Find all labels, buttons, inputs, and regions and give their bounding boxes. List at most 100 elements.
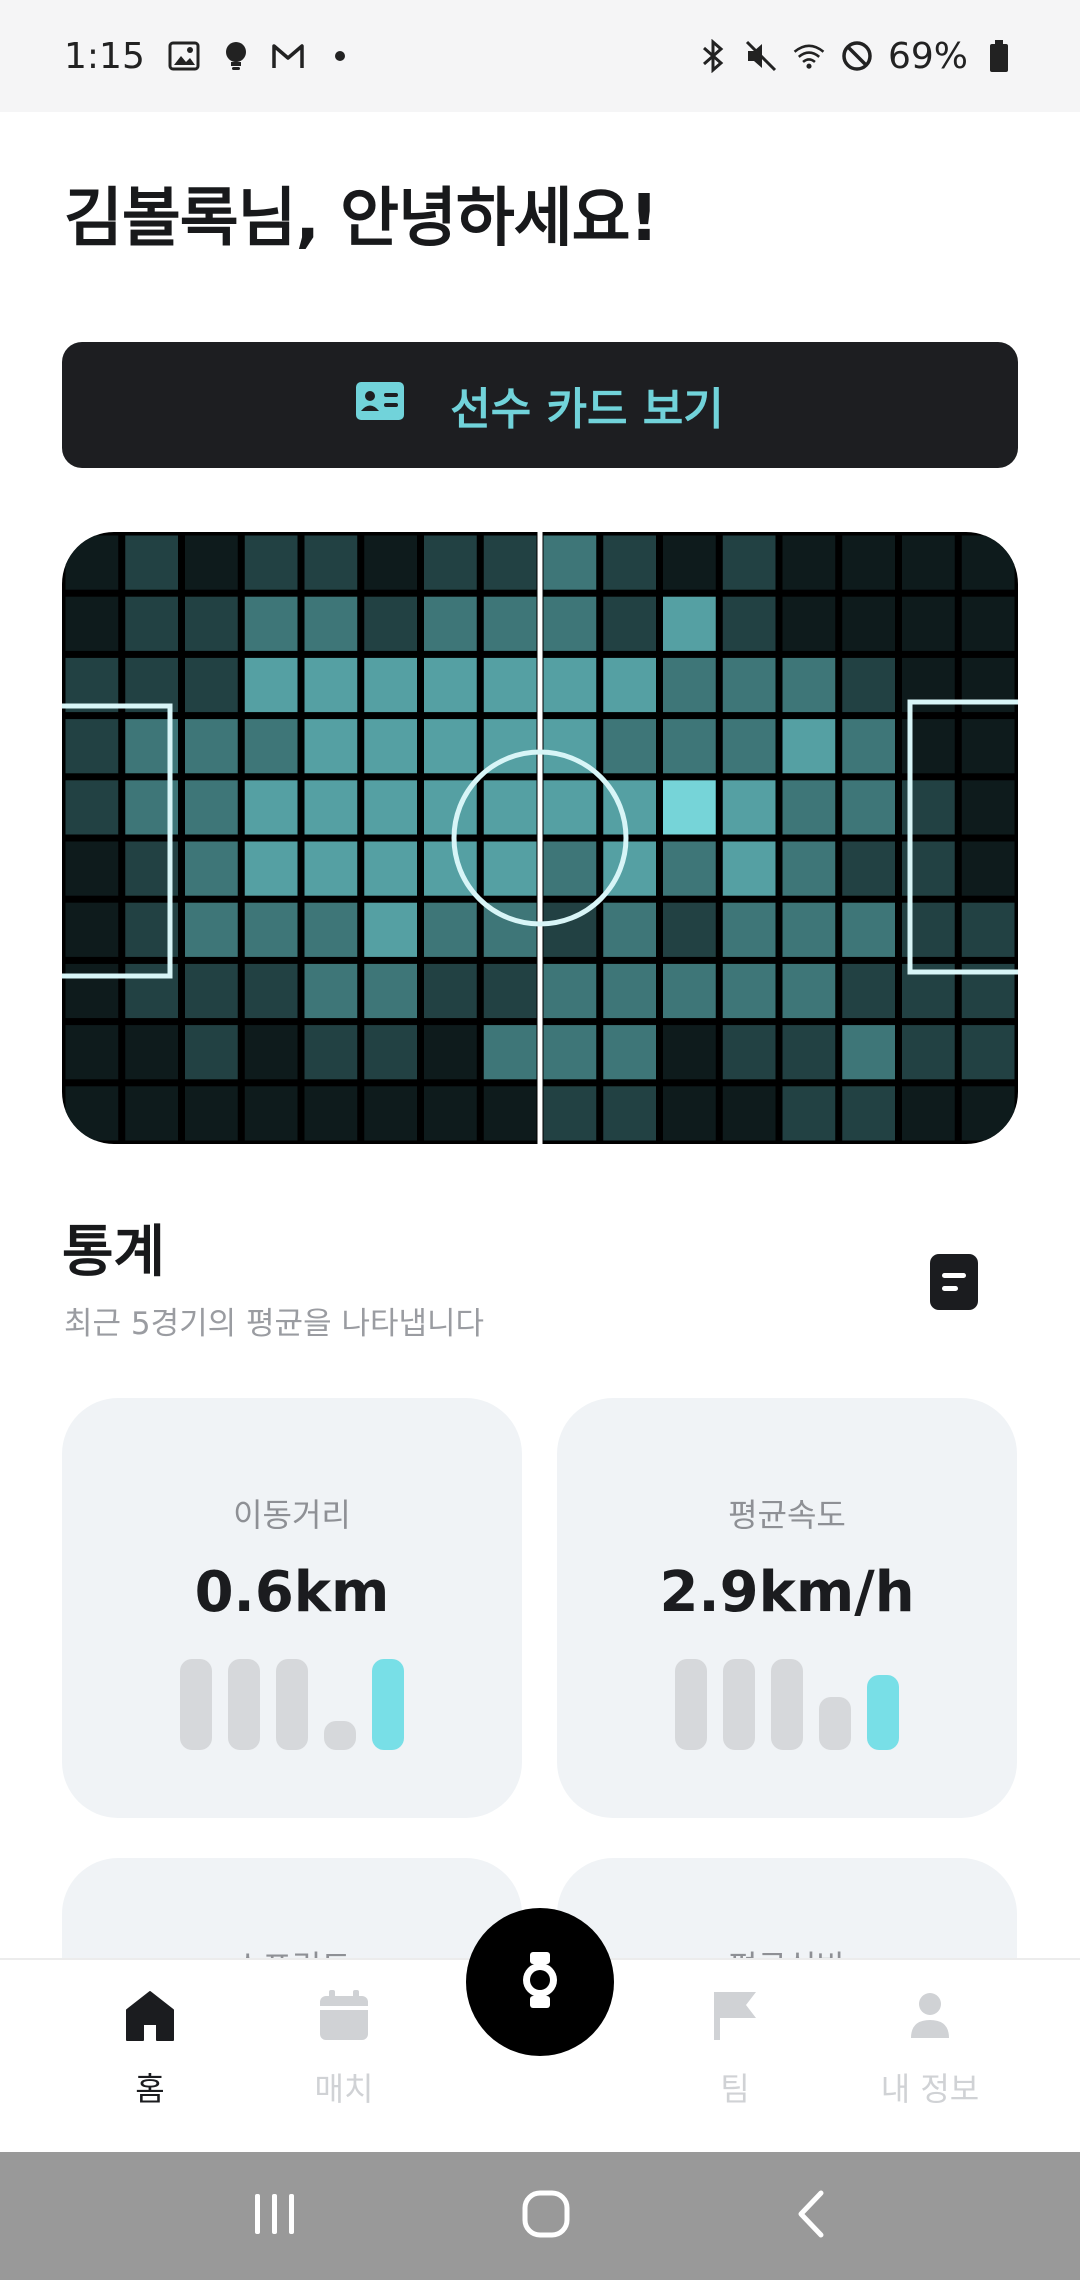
heatmap-cell: [185, 596, 238, 651]
heatmap-cell: [185, 657, 238, 713]
stat-card-distance[interactable]: 이동거리 0.6km: [62, 1398, 522, 1818]
recents-icon[interactable]: [251, 2192, 299, 2240]
stat-label: 이동거리: [233, 1496, 351, 1534]
nav-match[interactable]: 매치: [274, 1990, 414, 2110]
heatmap-cell: [842, 902, 895, 957]
stat-card-speed[interactable]: 평균속도 2.9km/h: [557, 1398, 1017, 1818]
heatmap-cell: [65, 596, 119, 651]
stat-card-heart-rate[interactable]: 평균심박: [557, 1858, 1017, 1958]
heatmap-cell: [364, 1086, 417, 1141]
heatmap-cell: [722, 596, 776, 651]
system-nav-bar: [0, 2152, 1080, 2280]
stat-label: 스프린트: [62, 1942, 522, 1958]
document-icon[interactable]: [930, 1254, 978, 1310]
heatmap-cell: [424, 719, 477, 774]
heatmap-cell: [364, 902, 417, 957]
dnd-icon: [840, 39, 874, 73]
heatmap-cell: [663, 963, 716, 1019]
heatmap-cell: [304, 963, 358, 1019]
heatmap-cell: [603, 535, 656, 590]
home-icon: [125, 1990, 175, 2046]
heatmap-cell: [304, 596, 358, 651]
stats-title: 통계: [62, 1220, 166, 1285]
stat-label: 평균속도: [728, 1496, 846, 1534]
image-icon: [167, 39, 201, 73]
heatmap-cell: [722, 963, 776, 1019]
watch-button[interactable]: [466, 1908, 614, 2056]
heatmap-cell: [65, 1025, 119, 1080]
heatmap-cell: [543, 780, 597, 835]
heatmap-cell: [782, 1025, 836, 1080]
nav-team[interactable]: 팀: [665, 1990, 805, 2110]
heatmap-cell: [961, 719, 1015, 774]
status-time: 1:15: [64, 35, 145, 77]
heatmap-cell: [364, 780, 417, 835]
heatmap-cell: [842, 1025, 895, 1080]
gmail-icon: [271, 39, 305, 73]
heatmap-cell: [543, 963, 597, 1019]
back-icon[interactable]: [793, 2189, 829, 2243]
stat-value: 0.6km: [194, 1560, 390, 1625]
player-card-button[interactable]: 선수 카드 보기: [62, 342, 1018, 468]
heatmap-cell: [663, 657, 716, 713]
heatmap-cell: [483, 596, 537, 651]
home-circle-icon[interactable]: [521, 2189, 571, 2243]
heatmap-cell: [603, 963, 656, 1019]
heatmap-cell: [364, 657, 417, 713]
heatmap-cell: [364, 535, 417, 590]
heatmap-cell: [603, 596, 656, 651]
status-bar: 1:15 69%: [0, 0, 1080, 112]
calendar-icon: [319, 1990, 369, 2046]
heatmap-cell: [842, 719, 895, 774]
heatmap-cell: [603, 1025, 656, 1080]
heatmap-cell: [424, 902, 477, 957]
nav-match-label: 매치: [314, 2070, 374, 2108]
heatmap-cell: [304, 535, 358, 590]
heatmap-cell: [304, 1025, 358, 1080]
nav-my-info-label: 내 정보: [880, 2070, 980, 2108]
stat-bar: [867, 1675, 899, 1750]
stats-subtitle: 최근 5경기의 평균을 나타냅니다: [64, 1306, 485, 1342]
heatmap-cell: [543, 535, 597, 590]
heatmap-cell: [782, 1086, 836, 1141]
heatmap-cell: [842, 1086, 895, 1141]
heatmap-cell: [722, 657, 776, 713]
stat-mini-chart: [62, 1654, 522, 1750]
heatmap-cell: [244, 719, 298, 774]
nav-my-info[interactable]: 내 정보: [860, 1990, 1000, 2110]
home-content[interactable]: 김볼록님, 안녕하세요! 선수 카드 보기 통계 최근 5경기의 평균을 나타냅…: [0, 112, 1080, 1958]
stat-bar: [180, 1659, 212, 1750]
heatmap-cell: [185, 780, 238, 835]
nav-home[interactable]: 홈: [80, 1990, 220, 2110]
stat-bar: [372, 1659, 404, 1750]
heatmap-cell: [185, 535, 238, 590]
heatmap-cell: [364, 719, 417, 774]
heatmap-cell: [603, 657, 656, 713]
heatmap-cell: [483, 963, 537, 1019]
heatmap-cell: [244, 596, 298, 651]
heatmap-cell: [244, 902, 298, 957]
heatmap-cell: [722, 902, 776, 957]
heatmap-cell: [782, 841, 836, 896]
heatmap-cell: [244, 1025, 298, 1080]
stat-bar: [324, 1721, 356, 1750]
heatmap-cell: [543, 841, 597, 896]
heatmap-cell: [902, 535, 955, 590]
heatmap-cell: [65, 719, 119, 774]
heatmap-cell: [603, 902, 656, 957]
stat-card-sprint[interactable]: 스프린트: [62, 1858, 522, 1958]
heatmap-cell: [663, 1086, 716, 1141]
battery-icon: [982, 39, 1016, 73]
heatmap-cell: [603, 719, 656, 774]
heatmap-cell: [244, 780, 298, 835]
heatmap-cell: [902, 1025, 955, 1080]
heatmap-cell: [663, 841, 716, 896]
heatmap-cell: [663, 1025, 716, 1080]
heatmap-cell: [782, 657, 836, 713]
heatmap-cell: [722, 719, 776, 774]
id-card-icon: [356, 380, 405, 431]
heatmap-cell: [364, 1025, 417, 1080]
heatmap-cell: [125, 1025, 178, 1080]
wifi-icon: [792, 39, 826, 73]
heatmap-cell: [125, 535, 178, 590]
